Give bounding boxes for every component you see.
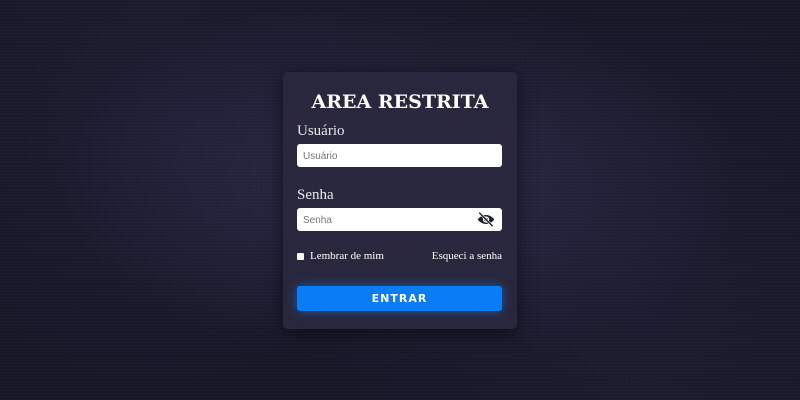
login-options: Lembrar de mim Esqueci a senha [297, 249, 502, 263]
password-field-wrapper [297, 208, 502, 232]
remember-checkbox[interactable] [297, 252, 304, 260]
forgot-password-link[interactable]: Esqueci a senha [432, 250, 502, 262]
password-input[interactable] [297, 209, 502, 232]
username-field-wrapper [297, 144, 502, 168]
username-input[interactable] [297, 145, 502, 168]
password-label: Senha [297, 187, 334, 203]
login-card: AREA RESTRITA Usuário Senha Lembrar de m… [283, 72, 517, 329]
username-label: Usuário [297, 123, 345, 139]
login-title: AREA RESTRITA [311, 91, 489, 113]
eye-slash-icon[interactable] [477, 211, 495, 228]
remember-me: Lembrar de mim [297, 250, 384, 262]
remember-label: Lembrar de mim [310, 250, 384, 262]
submit-button[interactable]: ENTRAR [297, 286, 502, 311]
